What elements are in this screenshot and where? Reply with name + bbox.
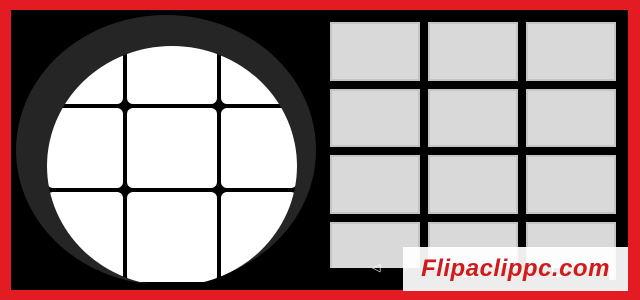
back-triangle-icon[interactable]: ◁	[372, 262, 380, 274]
circle-cell[interactable]	[47, 108, 123, 188]
square-cell[interactable]	[526, 155, 616, 214]
circular-grid-cells	[47, 46, 297, 286]
square-cell[interactable]	[428, 155, 518, 214]
square-grid	[320, 18, 620, 280]
circular-grid	[47, 46, 297, 286]
square-cell[interactable]	[330, 88, 420, 147]
square-cell[interactable]	[428, 22, 518, 81]
red-border-frame: ◁ Flipaclippc.com	[0, 0, 640, 300]
circle-cell[interactable]	[47, 46, 123, 104]
circle-cell[interactable]	[127, 46, 217, 104]
circular-grid-ring	[16, 15, 316, 286]
circle-cell-center[interactable]	[127, 108, 217, 188]
circle-cell[interactable]	[221, 46, 297, 104]
square-cell[interactable]	[526, 22, 616, 81]
square-cell[interactable]	[428, 88, 518, 147]
square-cell[interactable]	[330, 155, 420, 214]
circle-cell[interactable]	[127, 192, 217, 282]
square-cell[interactable]	[330, 22, 420, 81]
circle-cell[interactable]	[221, 108, 297, 188]
watermark-text: Flipaclippc.com	[421, 255, 610, 282]
watermark: Flipaclippc.com	[403, 247, 628, 291]
circle-cell[interactable]	[221, 192, 297, 282]
circle-cell[interactable]	[47, 192, 123, 282]
square-cell[interactable]	[526, 88, 616, 147]
